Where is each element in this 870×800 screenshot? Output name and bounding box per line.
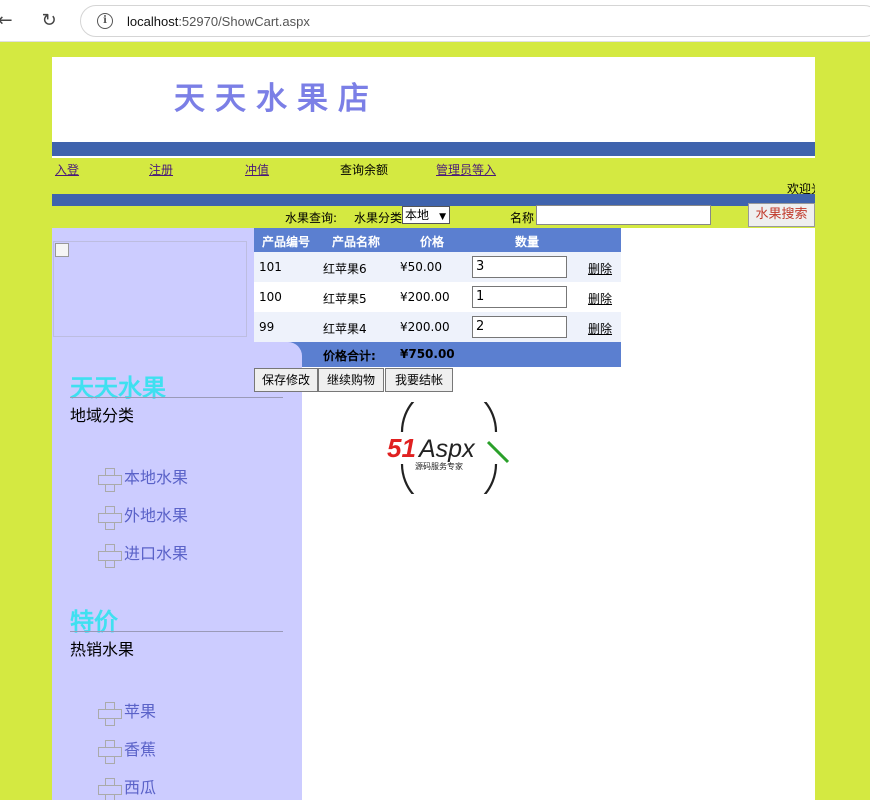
- cart-table: 产品编号 产品名称 价格 数量 101 红苹果6 ¥50.00 3 删除 100…: [254, 228, 621, 367]
- sidebar-item-local[interactable]: 本地水果: [98, 464, 188, 492]
- category-select[interactable]: 本地 ▼: [402, 206, 450, 224]
- section-divider: [70, 631, 283, 632]
- logo-mark: 51 Aspx 源码服务专家: [387, 383, 510, 513]
- header-price: 价格: [420, 235, 445, 249]
- sidebar-item-outside[interactable]: 外地水果: [98, 502, 188, 530]
- svg-text:源码服务专家: 源码服务专家: [415, 461, 463, 471]
- sidebar-item-imported[interactable]: 进口水果: [98, 540, 188, 568]
- plus-icon: [98, 505, 122, 530]
- admin-login-link[interactable]: 管理员等入: [436, 161, 496, 178]
- header-product-id: 产品编号: [262, 235, 311, 249]
- sidebar-item-watermelon[interactable]: 西瓜: [98, 774, 156, 800]
- sidebar-item-banana[interactable]: 香蕉: [98, 736, 156, 764]
- site-logo: 51 Aspx 源码服务专家: [386, 383, 512, 513]
- table-row: 101 红苹果6 ¥50.00 3 删除: [254, 252, 621, 282]
- balance-text: 查询余额: [340, 163, 389, 177]
- cell-name: 红苹果6: [323, 262, 367, 276]
- delete-link[interactable]: 删除: [588, 260, 612, 277]
- cell-name: 红苹果5: [323, 292, 367, 306]
- total-label: 价格合计:: [323, 349, 376, 363]
- search-bar: 水果查询: 水果分类 本地 ▼ 名称 水果搜索: [52, 203, 815, 228]
- header-divider-bar: [52, 142, 815, 156]
- banner-image: [53, 241, 247, 337]
- cell-price: ¥200.00: [400, 320, 450, 334]
- header-quantity: 数量: [515, 235, 540, 249]
- quantity-input[interactable]: 2: [472, 316, 567, 338]
- cell-id: 100: [259, 290, 282, 304]
- plus-icon: [98, 777, 122, 800]
- section-sub-region: 地域分类: [70, 406, 135, 425]
- cell-price: ¥200.00: [400, 290, 450, 304]
- delete-link[interactable]: 删除: [588, 320, 612, 337]
- page-container: 天天水果店 入登 注册 冲值 查询余额 管理员等入 欢迎光临 水果查询: 水果分…: [52, 57, 815, 800]
- register-link[interactable]: 注册: [149, 161, 173, 178]
- table-row: 99 红苹果4 ¥200.00 2 删除: [254, 312, 621, 342]
- table-footer: 价格合计: ¥750.00: [254, 342, 621, 367]
- browser-toolbar: ← ↻ i localhost:52970/ShowCart.aspx: [0, 0, 870, 42]
- save-changes-button[interactable]: 保存修改: [254, 368, 318, 392]
- reload-icon[interactable]: ↻: [38, 10, 60, 32]
- recharge-link[interactable]: 冲值: [245, 161, 269, 178]
- category-label: 水果分类: [354, 211, 403, 225]
- plus-icon: [98, 543, 122, 568]
- cell-id: 101: [259, 260, 282, 274]
- fruit-search-button[interactable]: 水果搜索: [748, 203, 815, 227]
- continue-shopping-button[interactable]: 继续购物: [318, 368, 384, 392]
- svg-text:51: 51: [387, 433, 416, 463]
- plus-icon: [98, 739, 122, 764]
- url-text: localhost:52970/ShowCart.aspx: [127, 14, 310, 29]
- store-title: 天天水果店: [174, 81, 379, 117]
- name-search-input[interactable]: [536, 205, 711, 225]
- chevron-down-icon: ▼: [439, 212, 446, 222]
- checkout-button[interactable]: 我要结帐: [385, 368, 453, 392]
- search-label: 水果查询:: [285, 211, 338, 225]
- header-product-name: 产品名称: [332, 235, 381, 249]
- total-value: ¥750.00: [400, 347, 455, 361]
- cell-id: 99: [259, 320, 275, 334]
- plus-icon: [98, 701, 122, 726]
- table-row: 100 红苹果5 ¥200.00 1 删除: [254, 282, 621, 312]
- delete-link[interactable]: 删除: [588, 290, 612, 307]
- top-nav: 入登 注册 冲值 查询余额 管理员等入 欢迎光临: [52, 158, 815, 196]
- quantity-input[interactable]: 1: [472, 286, 567, 308]
- sidebar-item-apple[interactable]: 苹果: [98, 698, 156, 726]
- broken-image-icon: [55, 243, 69, 257]
- login-link[interactable]: 入登: [55, 161, 79, 178]
- back-arrow-icon[interactable]: ←: [0, 10, 16, 32]
- svg-text:Aspx: Aspx: [417, 435, 476, 463]
- name-label: 名称: [510, 211, 535, 225]
- section-divider: [70, 397, 283, 398]
- table-header: 产品编号 产品名称 价格 数量: [254, 228, 621, 252]
- address-bar[interactable]: i localhost:52970/ShowCart.aspx: [80, 5, 870, 37]
- quantity-input[interactable]: 3: [472, 256, 567, 278]
- cell-price: ¥50.00: [400, 260, 442, 274]
- section-sub-hot: 热销水果: [70, 640, 135, 659]
- footer-notch: [254, 342, 302, 367]
- cell-name: 红苹果4: [323, 322, 367, 336]
- plus-icon: [98, 467, 122, 492]
- info-icon[interactable]: i: [97, 13, 113, 29]
